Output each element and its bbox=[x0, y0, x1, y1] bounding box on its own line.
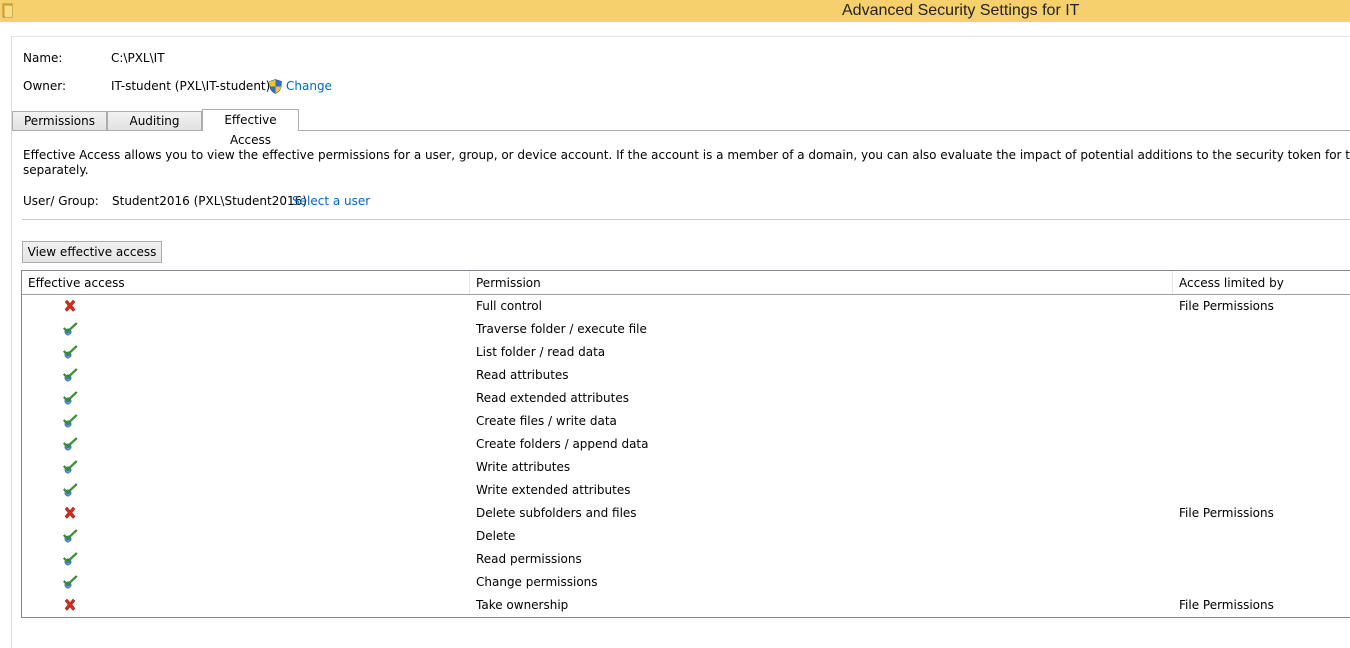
allow-check-icon bbox=[62, 344, 78, 360]
column-header-effective-access[interactable]: Effective access bbox=[28, 276, 125, 290]
effective-access-table: Effective access Permission Access limit… bbox=[21, 270, 1350, 618]
name-value: C:\PXL\IT bbox=[111, 51, 165, 65]
table-row[interactable]: Create files / write data bbox=[22, 410, 1350, 433]
separator bbox=[22, 219, 1350, 220]
access-limited-by: File Permissions bbox=[1179, 598, 1274, 612]
allow-check-icon bbox=[62, 574, 78, 590]
table-row[interactable]: Traverse folder / execute file bbox=[22, 318, 1350, 341]
tab-effective-access[interactable]: Effective Access bbox=[202, 109, 299, 147]
allow-check-icon bbox=[62, 390, 78, 406]
allow-check-icon bbox=[62, 436, 78, 452]
access-limited-by: File Permissions bbox=[1179, 299, 1274, 313]
permission-name: Read permissions bbox=[476, 552, 582, 566]
allow-check-icon bbox=[62, 528, 78, 544]
table-row[interactable]: Full control File Permissions bbox=[22, 295, 1350, 318]
owner-label: Owner: bbox=[23, 79, 67, 93]
table-row[interactable]: Change permissions bbox=[22, 571, 1350, 594]
column-header-access-limited-by[interactable]: Access limited by bbox=[1179, 276, 1284, 290]
table-row[interactable]: Read extended attributes bbox=[22, 387, 1350, 410]
allow-check-icon bbox=[62, 321, 78, 337]
tab-permissions[interactable]: Permissions bbox=[12, 111, 107, 130]
permission-name: Full control bbox=[476, 299, 542, 313]
title-bar: Advanced Security Settings for IT bbox=[0, 0, 1350, 22]
deny-x-icon bbox=[62, 505, 78, 521]
access-limited-by: File Permissions bbox=[1179, 506, 1274, 520]
permission-name: Delete bbox=[476, 529, 516, 543]
content-frame-top bbox=[11, 36, 1350, 37]
column-header-permission[interactable]: Permission bbox=[476, 276, 541, 290]
permission-name: Write extended attributes bbox=[476, 483, 631, 497]
owner-value: IT-student (PXL\IT-student) bbox=[111, 79, 271, 93]
permission-name: Read attributes bbox=[476, 368, 569, 382]
view-effective-access-button[interactable]: View effective access bbox=[22, 241, 162, 263]
allow-check-icon bbox=[62, 367, 78, 383]
name-label: Name: bbox=[23, 51, 63, 65]
uac-shield-icon bbox=[269, 79, 282, 94]
deny-x-icon bbox=[62, 298, 78, 314]
allow-check-icon bbox=[62, 459, 78, 475]
permission-name: Create folders / append data bbox=[476, 437, 649, 451]
table-row[interactable]: Delete bbox=[22, 525, 1350, 548]
description-text: Effective Access allows you to view the … bbox=[23, 148, 1350, 178]
description-line-2: separately. bbox=[23, 163, 89, 177]
permission-name: List folder / read data bbox=[476, 345, 606, 359]
permission-name: Read extended attributes bbox=[476, 391, 629, 405]
permission-name: Change permissions bbox=[476, 575, 598, 589]
table-row[interactable]: Delete subfolders and files File Permissi… bbox=[22, 502, 1350, 525]
table-header: Effective access Permission Access limit… bbox=[22, 271, 1350, 295]
window-title: Advanced Security Settings for IT bbox=[842, 2, 1080, 19]
change-owner-link[interactable]: Change bbox=[286, 79, 332, 93]
description-line-1: Effective Access allows you to view the … bbox=[23, 148, 1350, 162]
deny-x-icon bbox=[62, 597, 78, 613]
table-row[interactable]: Write attributes bbox=[22, 456, 1350, 479]
allow-check-icon bbox=[62, 413, 78, 429]
tab-auditing[interactable]: Auditing bbox=[107, 111, 202, 130]
allow-check-icon bbox=[62, 551, 78, 567]
table-row[interactable]: Create folders / append data bbox=[22, 433, 1350, 456]
permission-name: Take ownership bbox=[476, 598, 569, 612]
folder-icon bbox=[2, 3, 13, 18]
user-group-value: Student2016 (PXL\Student2016) bbox=[112, 194, 307, 208]
permission-name: Write attributes bbox=[476, 460, 571, 474]
permission-name: Create files / write data bbox=[476, 414, 617, 428]
allow-check-icon bbox=[62, 482, 78, 498]
column-divider[interactable] bbox=[469, 271, 470, 294]
table-row[interactable]: Read permissions bbox=[22, 548, 1350, 571]
select-user-link[interactable]: Select a user bbox=[292, 194, 370, 208]
table-row[interactable]: Take ownership File Permissions bbox=[22, 594, 1350, 617]
permission-name: Delete subfolders and files bbox=[476, 506, 637, 520]
column-divider[interactable] bbox=[1172, 271, 1173, 294]
permission-name: Traverse folder / execute file bbox=[476, 322, 647, 336]
user-group-label: User/ Group: bbox=[23, 194, 99, 208]
table-row[interactable]: Read attributes bbox=[22, 364, 1350, 387]
table-row[interactable]: List folder / read data bbox=[22, 341, 1350, 364]
table-row[interactable]: Write extended attributes bbox=[22, 479, 1350, 502]
